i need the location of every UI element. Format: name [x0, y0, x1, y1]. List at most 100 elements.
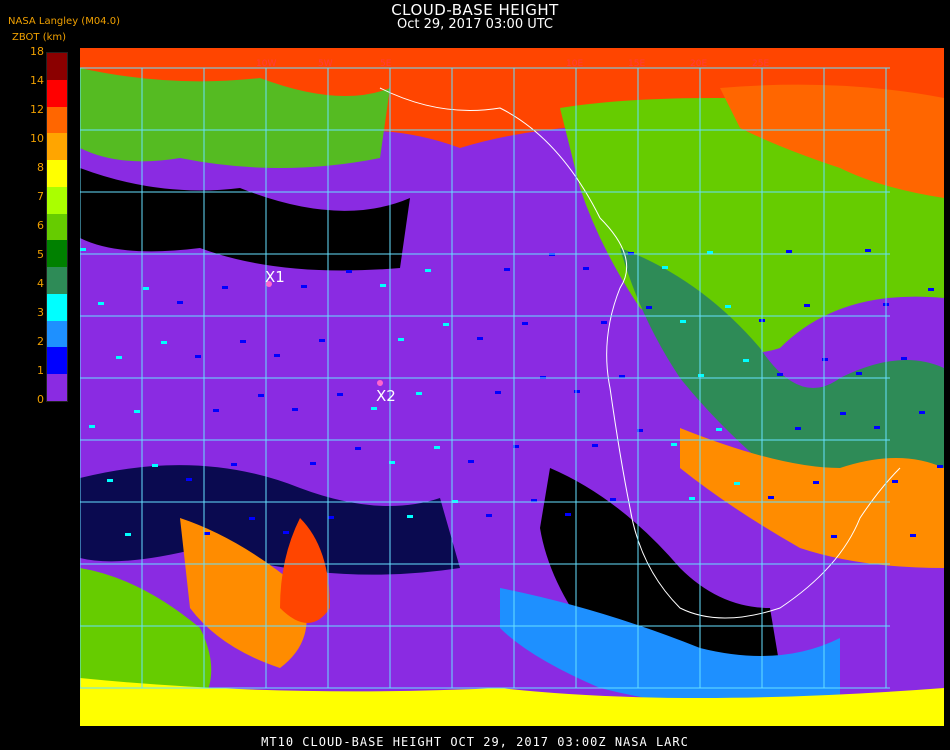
cloud-speckle	[768, 496, 774, 499]
provider-label: NASA Langley (M04.0)	[8, 16, 120, 27]
cloud-speckle	[725, 305, 731, 308]
cloud-speckle	[328, 516, 334, 519]
cloud-speckle	[477, 337, 483, 340]
cloud-speckle	[662, 266, 668, 269]
cloud-speckle	[601, 321, 607, 324]
cloud-speckle	[161, 341, 167, 344]
cloud-speckle	[831, 535, 837, 538]
cloud-speckle	[204, 532, 210, 535]
longitude-label: 5W	[318, 59, 333, 69]
longitude-label: 5E	[380, 59, 392, 69]
cloud-speckle	[795, 427, 801, 430]
cloud-speckle	[592, 444, 598, 447]
cloud-speckle	[98, 302, 104, 305]
cloud-speckle	[283, 531, 289, 534]
legend-swatch	[47, 267, 67, 294]
cloud-speckle	[416, 392, 422, 395]
cloud-speckle	[698, 374, 704, 377]
cloud-speckle	[486, 514, 492, 517]
cloud-speckle	[813, 481, 819, 484]
legend-tick-label: 18	[30, 45, 44, 58]
marker-x2-label: X2	[376, 387, 396, 405]
cloud-speckle	[840, 412, 846, 415]
cloud-speckle	[468, 460, 474, 463]
cloud-speckle	[522, 322, 528, 325]
legend-swatch	[47, 106, 67, 134]
color-legend	[46, 52, 68, 402]
cloud-speckle	[937, 465, 943, 468]
cloud-speckle	[134, 410, 140, 413]
legend-tick-label: 10	[30, 132, 44, 145]
cloud-speckle	[143, 287, 149, 290]
cloud-speckle	[89, 425, 95, 428]
cloud-speckle	[107, 479, 113, 482]
cloud-speckle	[865, 249, 871, 252]
cloud-speckle	[407, 515, 413, 518]
legend-swatch	[47, 160, 67, 187]
cloud-speckle	[319, 339, 325, 342]
cloud-speckle	[177, 301, 183, 304]
cloud-speckle	[258, 394, 264, 397]
cloud-speckle	[901, 357, 907, 360]
legend-tick-label: 14	[30, 74, 44, 87]
cloud-speckle	[310, 462, 316, 465]
legend-tick-label: 6	[37, 219, 44, 232]
legend-tick-label: 12	[30, 103, 44, 116]
longitude-label: 25E	[752, 59, 769, 69]
cloud-speckle	[671, 443, 677, 446]
cloud-speckle	[646, 306, 652, 309]
cloud-speckle	[274, 354, 280, 357]
cloud-speckle	[689, 497, 695, 500]
cloud-speckle	[292, 408, 298, 411]
cloud-speckle	[928, 288, 934, 291]
cloud-speckle	[610, 498, 616, 501]
legend-swatch	[47, 213, 67, 241]
cloud-speckle	[186, 478, 192, 481]
cloud-speckle	[371, 407, 377, 410]
longitude-label: 20E	[690, 59, 707, 69]
legend-swatch	[47, 186, 67, 214]
footer-caption: MT10 CLOUD-BASE HEIGHT OCT 29, 2017 03:0…	[261, 735, 689, 749]
cloud-speckle	[355, 447, 361, 450]
cloud-speckle	[892, 480, 898, 483]
cloud-speckle	[680, 320, 686, 323]
cloud-speckle	[504, 268, 510, 271]
cloud-speckle	[734, 482, 740, 485]
cloud-speckle	[425, 269, 431, 272]
marker-x2	[377, 380, 383, 386]
legend-tick-label: 1	[37, 364, 44, 377]
cloud-speckle	[249, 517, 255, 520]
legend-swatch	[47, 374, 67, 401]
cloud-speckle	[125, 533, 131, 536]
cloud-speckle	[222, 286, 228, 289]
satellite-map: 10W 5W 5E 10E 15E 20E 25E	[80, 48, 944, 726]
cloud-speckle	[434, 446, 440, 449]
legend-swatch	[47, 240, 67, 268]
legend-tick-label: 4	[37, 277, 44, 290]
legend-swatch	[47, 320, 67, 348]
cloud-speckle	[583, 267, 589, 270]
cloud-speckle	[301, 285, 307, 288]
legend-swatch	[47, 53, 67, 80]
longitude-label: 15E	[628, 59, 645, 69]
legend-tick-label: 0	[37, 393, 44, 406]
cloud-speckle	[856, 372, 862, 375]
cloud-speckle	[337, 393, 343, 396]
cloud-speckle	[777, 373, 783, 376]
cloud-speckle	[786, 250, 792, 253]
cloud-speckle	[195, 355, 201, 358]
cloud-speckle	[152, 464, 158, 467]
cloud-speckle	[743, 359, 749, 362]
legend-swatch	[47, 133, 67, 161]
cloud-speckle	[380, 284, 386, 287]
unit-label: ZBOT (km)	[12, 32, 67, 43]
cloud-speckle	[565, 513, 571, 516]
cloud-speckle	[346, 270, 352, 273]
legend-tick-label: 2	[37, 335, 44, 348]
cloud-speckle	[443, 323, 449, 326]
cloud-speckle	[919, 411, 925, 414]
cloud-speckle	[213, 409, 219, 412]
map-timestamp: Oct 29, 2017 03:00 UTC	[397, 17, 553, 32]
legend-swatch	[47, 293, 67, 321]
cloud-speckle	[495, 391, 501, 394]
